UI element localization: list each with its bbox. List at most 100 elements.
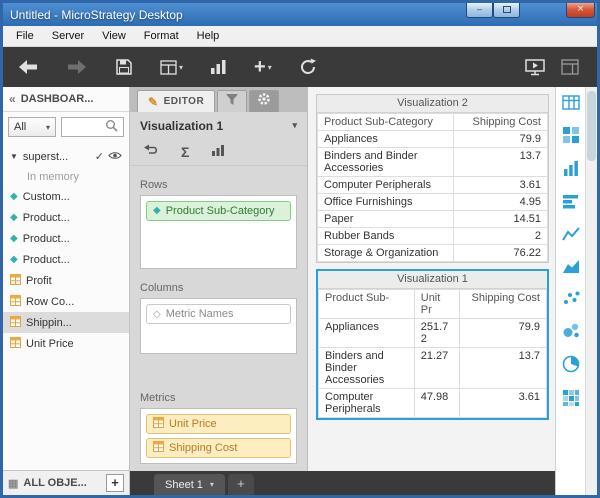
dataset-status: In memory (27, 170, 79, 183)
titlebar: Untitled - MicroStrategy Desktop – × (3, 3, 597, 26)
grid-icon[interactable] (562, 126, 580, 144)
table-row: Computer Peripherals 3.61 (317, 176, 549, 194)
visualization-2-title[interactable]: Visualization 2 (317, 95, 548, 113)
metrics-pill-shipping-cost[interactable]: Shipping Cost (146, 438, 291, 458)
pie-chart-icon[interactable] (562, 355, 580, 373)
visualization-selector[interactable]: Visualization 1 ▾ (130, 112, 307, 139)
attribute-icon: ◆ (10, 190, 18, 202)
eye-icon[interactable] (108, 151, 122, 163)
forward-icon[interactable] (66, 59, 88, 75)
sheet-tab[interactable]: Sheet 1 ▾ (154, 474, 225, 495)
expand-caret-icon[interactable]: ▼ (10, 152, 18, 161)
window-title: Untitled - MicroStrategy Desktop (10, 7, 183, 22)
close-button[interactable]: × (566, 3, 595, 18)
area-chart-icon[interactable] (562, 258, 580, 274)
table-cell: 13.7 (459, 347, 547, 389)
scrollbar-thumb[interactable] (587, 91, 596, 161)
sheet-bar: Sheet 1 ▾ + (130, 471, 555, 495)
window-layout-icon[interactable] (561, 59, 579, 76)
metrics-drop-zone[interactable]: Unit Price Shipping Cost (140, 408, 297, 464)
dataset-node[interactable]: ▼ superst... ✓ (3, 146, 129, 167)
metric-label: Profit (26, 274, 52, 287)
back-icon[interactable] (17, 59, 39, 75)
column-header[interactable]: Product Sub- (318, 289, 415, 319)
chevron-down-icon: ▾ (292, 120, 297, 130)
menu-help[interactable]: Help (188, 27, 229, 45)
columns-zone-label: Columns (140, 282, 184, 294)
metric-item[interactable]: Unit Price (3, 333, 129, 354)
maximize-button[interactable] (493, 3, 520, 18)
chevron-down-icon: ▾ (45, 122, 50, 132)
attribute-item[interactable]: ◆ Custom... (3, 186, 129, 207)
column-header[interactable]: Unit Pr (413, 289, 461, 319)
horizontal-bar-icon[interactable] (562, 193, 580, 210)
heatmap-icon[interactable] (562, 389, 580, 407)
menu-file[interactable]: File (7, 27, 43, 45)
main-area: « DASHBOAR... All ▾ ▼ superst... ✓ In me… (3, 87, 597, 495)
editor-tabstrip: ✎ EDITOR (130, 87, 307, 112)
sigma-icon[interactable]: Σ (181, 144, 189, 160)
header-row: Product Sub- Unit Pr Shipping Cost (318, 289, 547, 319)
vertical-scrollbar[interactable] (585, 87, 597, 495)
line-chart-icon[interactable] (561, 226, 580, 242)
add-sheet-button[interactable]: + (227, 474, 254, 495)
table-row: Appliances 79.9 (317, 130, 549, 148)
tab-properties[interactable] (249, 90, 280, 112)
add-icon[interactable]: + ▾ (254, 57, 272, 77)
attribute-icon: ◆ (10, 211, 18, 223)
chevron-down-icon: ▾ (179, 62, 184, 72)
search-icon (105, 119, 118, 135)
mini-chart-icon[interactable] (211, 143, 225, 161)
attribute-item[interactable]: ◆ Product... (3, 228, 129, 249)
add-object-button[interactable]: + (106, 474, 124, 492)
collapse-panel-icon[interactable]: « (9, 92, 16, 106)
scatter-icon[interactable] (562, 290, 580, 306)
all-objects-bar[interactable]: ▦ ALL OBJE... + (3, 470, 129, 495)
bar-chart-icon[interactable] (562, 160, 580, 177)
visualization-1[interactable]: Visualization 1 Product Sub- Unit Pr Shi… (316, 269, 549, 420)
table-cell: 3.61 (459, 388, 547, 418)
object-type-dropdown[interactable]: All ▾ (8, 117, 56, 137)
dashboard-canvas[interactable]: Visualization 2 Product Sub-Category Shi… (308, 87, 555, 471)
dataset-tree: ▼ superst... ✓ In memory ◆ Custom... ◆ P… (3, 143, 129, 470)
minimize-button[interactable]: – (466, 3, 493, 18)
visualization-2[interactable]: Visualization 2 Product Sub-Category Shi… (316, 94, 549, 263)
center-column: ✎ EDITOR Visualization 1 ▾ Σ Rows ◆ Prod… (130, 87, 555, 495)
presentation-mode-icon[interactable] (525, 58, 545, 76)
save-icon[interactable] (115, 58, 133, 76)
table-row: Computer Peripherals 47.98 3.61 (318, 388, 547, 418)
editor-tab-label: EDITOR (163, 96, 205, 107)
menu-view[interactable]: View (93, 27, 135, 45)
pill-label: Product Sub-Category (165, 205, 275, 217)
all-objects-label: ALL OBJE... (23, 477, 87, 489)
menu-format[interactable]: Format (135, 27, 188, 45)
search-input[interactable] (61, 117, 124, 137)
rows-drop-zone[interactable]: ◆ Product Sub-Category (140, 195, 297, 269)
menu-server[interactable]: Server (43, 27, 93, 45)
column-header[interactable]: Shipping Cost (459, 289, 547, 319)
tab-filter[interactable] (217, 90, 248, 112)
attribute-item[interactable]: ◆ Product... (3, 207, 129, 228)
visualization-1-title[interactable]: Visualization 1 (318, 271, 547, 289)
metric-item[interactable]: Row Co... (3, 291, 129, 312)
column-header[interactable]: Shipping Cost (452, 113, 549, 131)
column-header[interactable]: Product Sub-Category (317, 113, 454, 131)
table-cell: 14.51 (452, 210, 549, 228)
add-data-icon[interactable]: ▾ (160, 59, 184, 75)
columns-pill-metric-names[interactable]: ◇ Metric Names (146, 304, 291, 324)
metric-item[interactable]: Profit (3, 270, 129, 291)
metrics-pill-unit-price[interactable]: Unit Price (146, 414, 291, 434)
rows-pill-product-sub-category[interactable]: ◆ Product Sub-Category (146, 201, 291, 221)
attribute-item[interactable]: ◆ Product... (3, 249, 129, 270)
gear-icon (257, 92, 271, 111)
metric-item-selected[interactable]: Shippin... (3, 312, 129, 333)
columns-drop-zone[interactable]: ◇ Metric Names (140, 298, 297, 354)
tab-editor[interactable]: ✎ EDITOR (137, 90, 216, 112)
bubble-icon[interactable] (562, 322, 580, 339)
insert-visualization-icon[interactable] (210, 59, 227, 75)
refresh-icon[interactable] (299, 58, 317, 76)
table-icon[interactable] (561, 95, 580, 110)
funnel-icon (225, 93, 239, 111)
swap-axes-icon[interactable] (143, 143, 159, 161)
table-cell: Appliances (317, 130, 454, 148)
